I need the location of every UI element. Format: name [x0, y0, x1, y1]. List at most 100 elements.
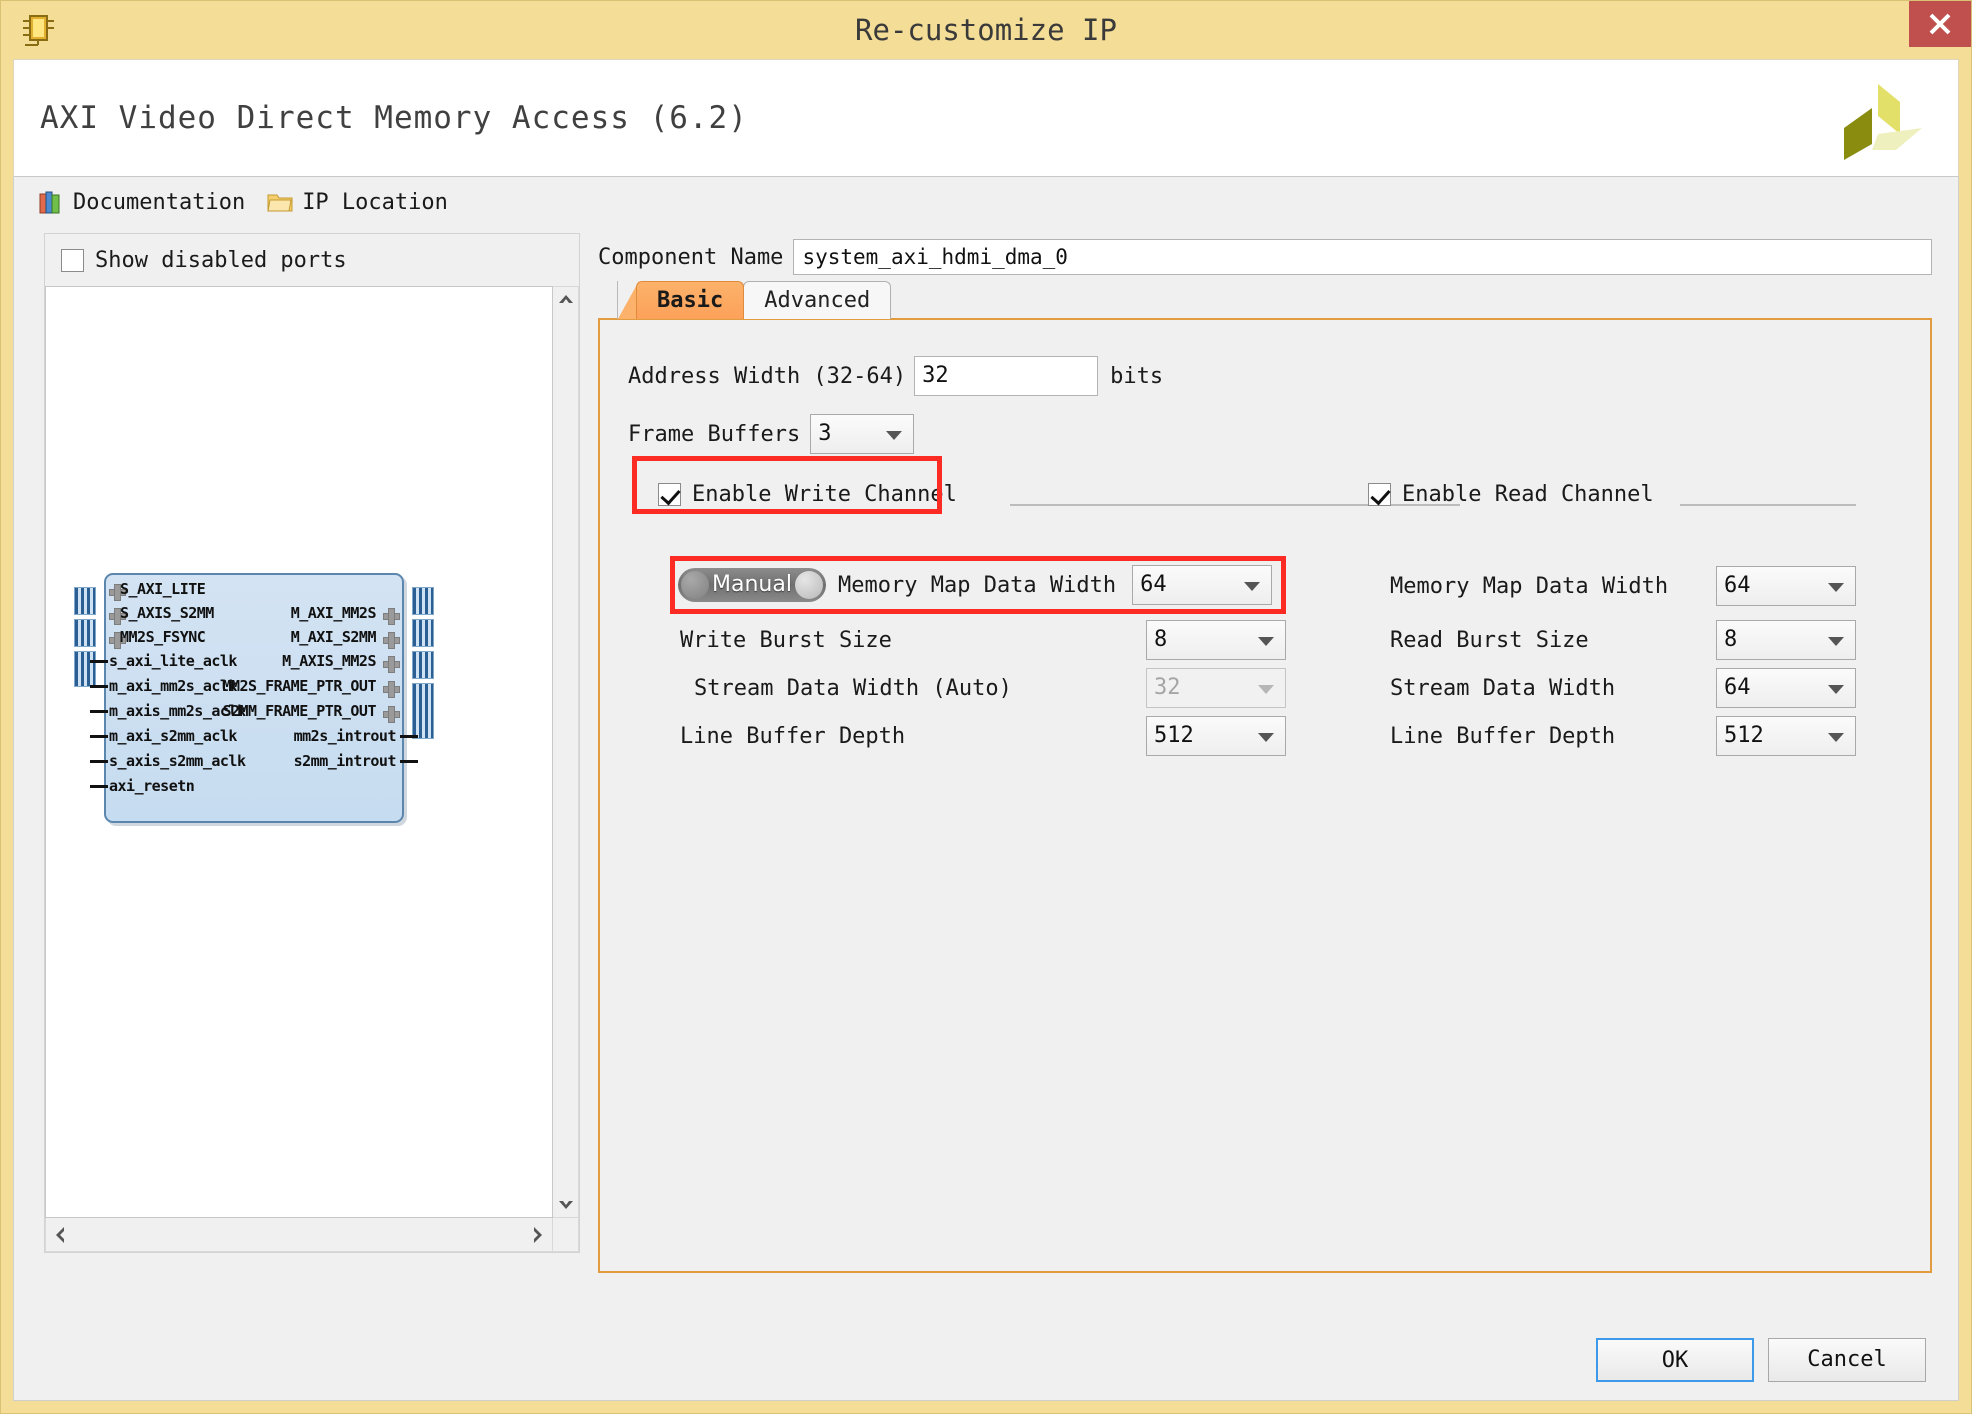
ip-block-symbol: S_AXI_LITE S_AXIS_S2MM MM2S_FSYNC s_axi_… [90, 573, 418, 823]
port-label: mm2s_introut [293, 727, 397, 745]
pin-line [90, 685, 108, 688]
write-line-buffer-depth-label: Line Buffer Depth [680, 723, 906, 749]
port-label: axi_resetn [109, 777, 195, 795]
frame-buffers-select[interactable]: 3 [810, 414, 915, 454]
chevron-left-icon[interactable] [54, 1226, 66, 1244]
main-split: Show disabled ports S_AXI_LITE S_AXIS_S2… [14, 227, 1958, 1320]
port-label: MM2S_FSYNC [120, 628, 206, 646]
read-burst-size-label: Read Burst Size [1390, 627, 1589, 653]
port-expand-icon[interactable] [383, 632, 400, 649]
dialog-footer: OK Cancel [14, 1320, 1958, 1400]
books-icon [39, 191, 60, 214]
diagram-panel: Show disabled ports S_AXI_LITE S_AXIS_S2… [44, 233, 580, 1253]
diagram-vertical-scrollbar[interactable] [553, 286, 579, 1218]
write-burst-size-select[interactable]: 8 [1146, 620, 1286, 660]
port-label: m_axi_s2mm_aclk [109, 727, 237, 745]
window-title: Re-customize IP [855, 13, 1117, 47]
chevron-up-icon[interactable] [558, 293, 574, 305]
tab-advanced[interactable]: Advanced [743, 281, 892, 319]
port-label: s_axi_lite_aclk [109, 652, 237, 670]
read-line-buffer-depth-select[interactable]: 512 [1716, 716, 1856, 756]
bus-stub [74, 587, 96, 615]
write-burst-size-label: Write Burst Size [680, 627, 892, 653]
enable-read-channel-checkbox[interactable] [1368, 483, 1391, 506]
port-expand-icon[interactable] [383, 608, 400, 625]
read-line-buffer-depth-row: Line Buffer Depth 512 [1390, 716, 1856, 756]
port-label: M_AXI_MM2S [290, 604, 377, 622]
config-panel: Component Name system_axi_hdmi_dma_0 Bas… [580, 227, 1958, 1320]
port-expand-icon[interactable] [383, 706, 400, 723]
component-name-input[interactable]: system_axi_hdmi_dma_0 [793, 239, 1932, 275]
tab-bar: Basic Advanced [598, 281, 1932, 319]
read-stream-data-width-value: 64 [1724, 675, 1751, 700]
chevron-down-icon [1828, 733, 1844, 742]
tab-basic[interactable]: Basic [636, 281, 745, 319]
read-memory-map-data-width-label: Memory Map Data Width [1390, 573, 1669, 599]
port-label: S_AXIS_S2MM [120, 604, 214, 622]
recustomize-ip-window: Re-customize IP AXI Video Direct Memory … [0, 0, 1972, 1414]
chevron-down-icon [1828, 685, 1844, 694]
write-burst-size-row: Write Burst Size 8 [680, 620, 1286, 660]
ok-button[interactable]: OK [1596, 1338, 1754, 1382]
diagram-wrap: S_AXI_LITE S_AXIS_S2MM MM2S_FSYNC s_axi_… [45, 286, 579, 1218]
port-label: s2mm_introut [293, 752, 397, 770]
write-line-buffer-depth-value: 512 [1154, 723, 1194, 748]
address-width-input[interactable]: 32 [914, 356, 1099, 396]
read-memory-map-data-width-select[interactable]: 64 [1716, 566, 1856, 606]
diagram-horizontal-scrollbar[interactable] [45, 1218, 553, 1252]
cancel-button[interactable]: Cancel [1768, 1338, 1926, 1382]
highlight-enable-write-channel [632, 456, 942, 514]
diagram-hscroll-row [45, 1218, 579, 1252]
title-bar: Re-customize IP [1, 1, 1971, 59]
pin-line [90, 660, 108, 663]
chevron-down-icon [1828, 637, 1844, 646]
write-stream-data-width-label: Stream Data Width (Auto) [694, 675, 1012, 701]
read-burst-size-select[interactable]: 8 [1716, 620, 1856, 660]
read-burst-size-value: 8 [1724, 627, 1738, 652]
port-expand-icon[interactable] [383, 656, 400, 673]
frame-buffers-value: 3 [818, 421, 832, 446]
pin-line [400, 760, 418, 763]
ip-location-label: IP Location [302, 189, 448, 215]
chevron-down-icon [1258, 685, 1274, 694]
pin-line [90, 760, 108, 763]
toolbar: Documentation IP Location [14, 177, 1958, 227]
read-stream-data-width-select[interactable]: 64 [1716, 668, 1856, 708]
pin-line [400, 735, 418, 738]
documentation-link[interactable]: Documentation [38, 189, 245, 215]
component-name-row: Component Name system_axi_hdmi_dma_0 [598, 233, 1932, 281]
bus-stub [74, 619, 96, 647]
bus-stub [412, 619, 434, 647]
enable-read-channel-row[interactable]: Enable Read Channel [1368, 482, 1654, 507]
frame-buffers-label: Frame Buffers [628, 421, 801, 447]
port-label: S_AXI_LITE [120, 580, 206, 598]
bus-stub [412, 651, 434, 679]
show-disabled-ports-row[interactable]: Show disabled ports [45, 234, 579, 286]
documentation-label: Documentation [73, 189, 246, 215]
folder-icon [267, 194, 293, 211]
port-label: S2MM_FRAME_PTR_OUT [222, 702, 376, 720]
ip-symbol-canvas: S_AXI_LITE S_AXIS_S2MM MM2S_FSYNC s_axi_… [45, 286, 553, 1218]
ip-location-link[interactable]: IP Location [267, 190, 448, 215]
port-label: m_axi_mm2s_aclk [109, 677, 237, 695]
highlight-memory-map-data-width [670, 556, 1286, 614]
read-stream-data-width-row: Stream Data Width 64 [1390, 668, 1856, 708]
page-title: AXI Video Direct Memory Access (6.2) [40, 100, 748, 136]
read-memory-map-data-width-value: 64 [1724, 573, 1751, 598]
chevron-right-icon[interactable] [532, 1226, 544, 1244]
write-line-buffer-depth-select[interactable]: 512 [1146, 716, 1286, 756]
frame-buffers-row: Frame Buffers 3 [628, 414, 915, 454]
chevron-down-icon [1258, 637, 1274, 646]
write-stream-data-width-row: Stream Data Width (Auto) 32 [680, 668, 1286, 708]
read-line-buffer-depth-value: 512 [1724, 723, 1764, 748]
port-expand-icon[interactable] [383, 681, 400, 698]
ip-header: AXI Video Direct Memory Access (6.2) [13, 59, 1959, 177]
pin-line [90, 785, 108, 788]
show-disabled-ports-checkbox[interactable] [61, 248, 84, 272]
chevron-down-icon [1828, 583, 1844, 592]
chevron-down-icon[interactable] [558, 1199, 574, 1211]
read-line-buffer-depth-label: Line Buffer Depth [1390, 723, 1616, 749]
close-button[interactable] [1909, 1, 1971, 47]
read-stream-data-width-label: Stream Data Width [1390, 675, 1616, 701]
address-width-row: Address Width (32-64) 32 bits [628, 356, 1163, 396]
